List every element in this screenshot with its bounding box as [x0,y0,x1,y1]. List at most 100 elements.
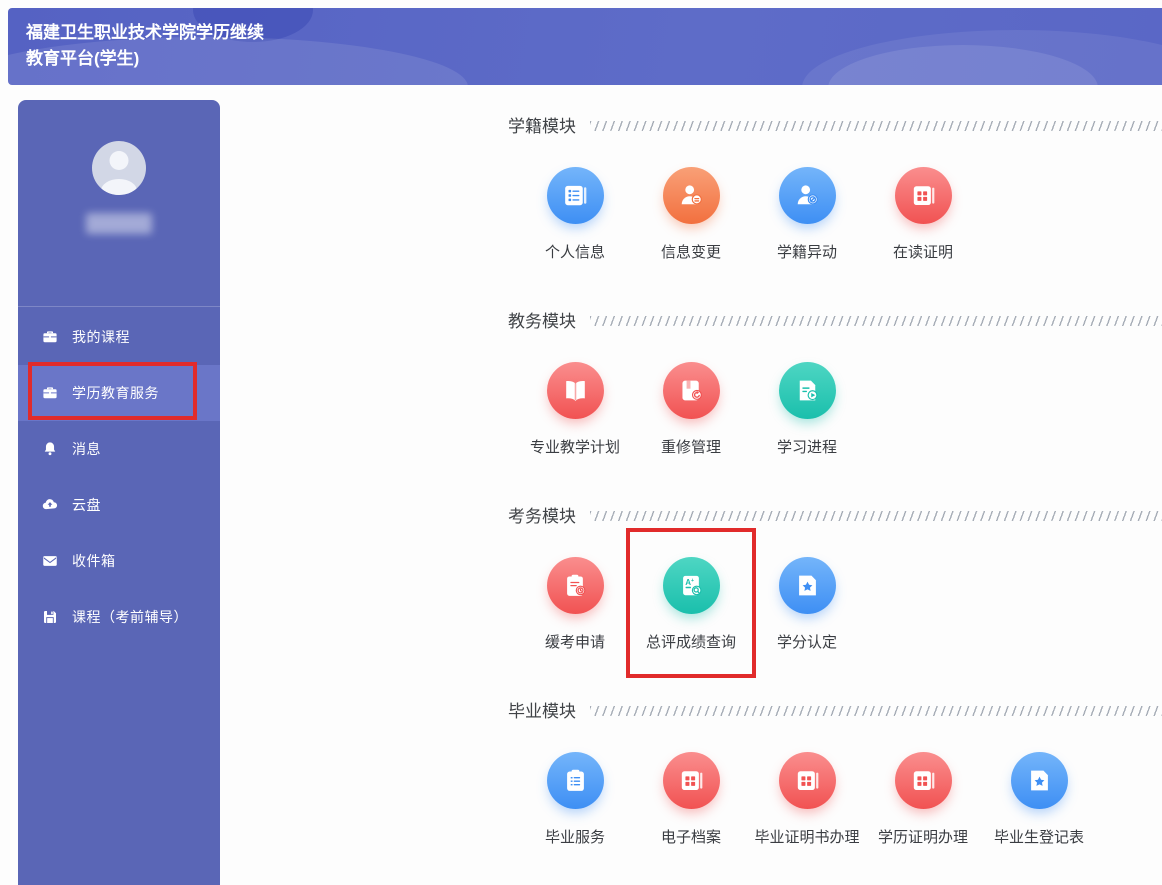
person-status-icon [792,180,823,211]
module-item-learning-progress[interactable]: 学习进程 [749,362,865,456]
section-title: 学籍模块 [508,116,576,136]
sidebar-menu: 我的课程 学历教育服务 消息 云盘 收件箱 课程（考前辅导） [18,307,220,645]
module-item-label: 毕业服务 [544,829,605,846]
sidebar-item-inbox[interactable]: 收件箱 [18,533,220,589]
module-item-personal-info[interactable]: 个人信息 [517,167,633,261]
profile-card [18,100,220,307]
module-item-graduation-certificate[interactable]: 毕业证明书办理 [749,752,865,846]
module-item-electronic-archives[interactable]: 电子档案 [633,752,749,846]
book-redo-icon [676,375,707,406]
hatch-divider [590,705,1162,716]
clipboard-list-icon [560,765,591,796]
envelope-icon [41,552,59,570]
icon-circle [894,167,952,224]
sidebar: 我的课程 学历教育服务 消息 云盘 收件箱 课程（考前辅导） [18,100,220,885]
icon-circle [662,167,720,224]
module-item-label: 信息变更 [660,244,721,261]
module-item-graduate-registration[interactable]: 毕业生登记表 [981,752,1097,846]
module-item-label: 个人信息 [544,244,605,261]
cloud-upload-icon [41,496,59,514]
icon-circle [778,362,836,419]
score-search-icon: A + [676,570,707,601]
briefcase-icon [41,384,59,402]
module-item-status-change[interactable]: 学籍异动 [749,167,865,261]
section-title: 毕业模块 [508,701,576,721]
header-decoration [802,30,1162,85]
section-exam-affairs-module: 考务模块 缓考申请 A + 总评成绩查询 学分认定 [508,503,1162,678]
icon-circle [546,362,604,419]
section-items: 专业教学计划 重修管理 学习进程 [517,362,1162,456]
avatar-body-shape [101,179,137,195]
doc-play-icon [792,375,823,406]
icon-circle [546,752,604,809]
page-star-icon [792,570,823,601]
section-header: 教务模块 [508,308,1162,331]
bell-icon [41,440,59,458]
icon-circle: A + [662,557,720,614]
sidebar-item-cloud-drive[interactable]: 云盘 [18,477,220,533]
module-item-major-teaching-plan[interactable]: 专业教学计划 [517,362,633,456]
hatch-divider [590,315,1162,326]
module-item-label: 总评成绩查询 [645,634,736,651]
module-item-degree-certificate[interactable]: 学历证明办理 [865,752,981,846]
sidebar-item-label: 收件箱 [72,553,116,569]
module-item-graduation-services[interactable]: 毕业服务 [517,752,633,846]
module-item-label: 电子档案 [660,829,721,846]
briefcase-icon [41,328,59,346]
section-student-status-module: 学籍模块 个人信息 信息变更 学籍异动 在读证明 [508,113,1162,261]
person-edit-icon [676,180,707,211]
sidebar-item-label: 课程（考前辅导） [72,609,188,625]
module-item-label: 学分认定 [776,634,837,651]
module-item-enrollment-certificate[interactable]: 在读证明 [865,167,981,261]
section-items: 缓考申请 A + 总评成绩查询 学分认定 [517,528,1162,678]
icon-circle [546,167,604,224]
app-title: 福建卫生职业技术学院学历继续教育平台(学生) [26,23,264,68]
icon-circle [546,557,604,614]
module-item-final-score-query[interactable]: A + 总评成绩查询 [626,528,756,678]
main-content: 学籍模块 个人信息 信息变更 学籍异动 在读证明 教务模块 专业教学计划 重修管… [508,100,1162,885]
app-header: 福建卫生职业技术学院学历继续教育平台(学生) [8,8,1162,85]
module-item-credit-recognition[interactable]: 学分认定 [749,557,865,651]
module-item-label: 学历证明办理 [877,829,968,846]
module-item-label: 学习进程 [776,439,837,456]
header-decoration [828,45,1098,85]
sidebar-item-my-courses[interactable]: 我的课程 [18,309,220,365]
book-grid-icon [908,180,939,211]
sidebar-item-degree-education-services[interactable]: 学历教育服务 [18,362,220,421]
avatar [92,141,146,195]
section-items: 个人信息 信息变更 学籍异动 在读证明 [517,167,1162,261]
section-title: 考务模块 [508,506,576,526]
module-item-info-change[interactable]: 信息变更 [633,167,749,261]
icon-circle [662,362,720,419]
module-item-retake-management[interactable]: 重修管理 [633,362,749,456]
module-item-label: 毕业生登记表 [993,829,1084,846]
page: 福建卫生职业技术学院学历继续教育平台(学生) 我的课程 学历教育服务 消息 云盘… [0,0,1162,885]
icon-circle [778,557,836,614]
sidebar-item-label: 学历教育服务 [72,385,159,401]
icon-circle [662,752,720,809]
icon-circle [894,752,952,809]
module-item-label: 在读证明 [892,244,953,261]
sidebar-item-label: 云盘 [72,497,101,513]
sidebar-item-label: 消息 [72,441,101,457]
page-star-icon [1024,765,1055,796]
icon-circle [778,752,836,809]
sidebar-item-pre-exam-tutoring-courses[interactable]: 课程（考前辅导） [18,589,220,645]
section-items: 毕业服务 电子档案 毕业证明书办理 学历证明办理 毕业生登记表 [517,752,1162,846]
username-blurred [86,213,152,234]
module-item-label: 缓考申请 [544,634,605,651]
svg-text:+: + [690,578,693,584]
module-item-label: 学籍异动 [776,244,837,261]
notebook-icon [560,180,591,211]
icon-circle [778,167,836,224]
sidebar-item-messages[interactable]: 消息 [18,421,220,477]
module-item-deferred-exam-application[interactable]: 缓考申请 [517,557,633,651]
icon-circle [1010,752,1068,809]
module-item-label: 毕业证明书办理 [754,829,860,846]
clipboard-clock-icon [560,570,591,601]
book-grid-icon [908,765,939,796]
section-header: 学籍模块 [508,113,1162,136]
section-title: 教务模块 [508,311,576,331]
section-header: 毕业模块 [508,698,1162,721]
hatch-divider [590,120,1162,131]
